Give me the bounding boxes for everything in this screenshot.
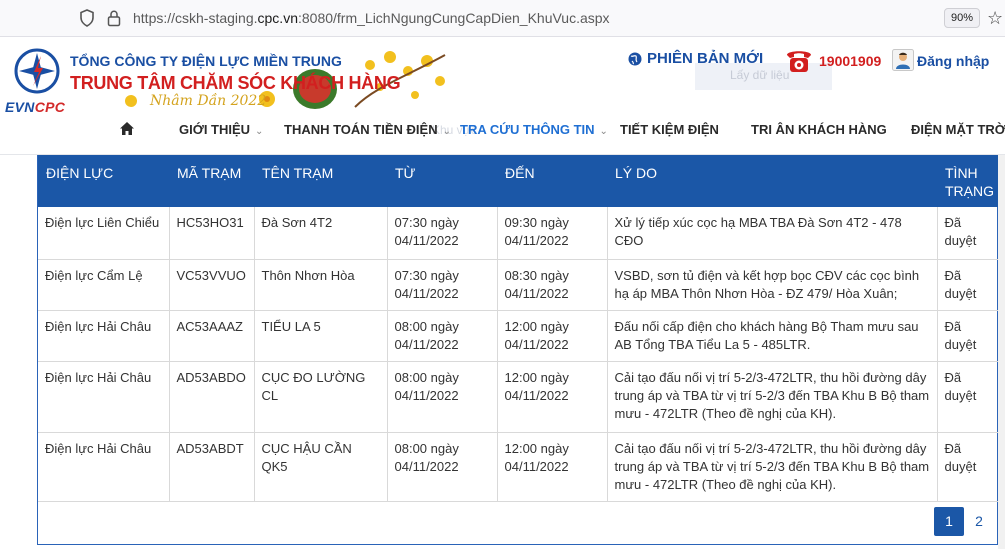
new-version-link[interactable]: PHIÊN BẢN MỚI [628,50,763,67]
cell-tinh-trang: Đã duyệt [936,259,999,311]
nav-item-thanh-toan[interactable]: THANH TOÁN TIỀN ĐIỆN ⌄ [284,122,451,137]
hotline-number[interactable]: 19001909 [819,53,881,69]
cell-dien-luc: Điện lực Cẩm Lệ [38,259,169,311]
nav-item-label: TRI ÂN KHÁCH HÀNG [751,122,887,137]
column-header: ĐẾN [505,165,535,181]
nav-item-label: TRA CỨU THÔNG TIN [460,122,595,137]
page-button-current[interactable]: 1 [934,507,964,536]
user-icon[interactable] [892,49,914,71]
chevron-down-icon: ⌄ [599,126,608,137]
cell-den: 12:00 ngày 04/11/2022 [496,361,607,433]
cell-den: 09:30 ngày 04/11/2022 [496,207,607,260]
url-field[interactable]: https://cskh-staging.cpc.vn:8080/frm_Lic… [133,10,610,26]
logo-text-evn: EVN [5,99,35,115]
cell-ten-tram: CỤC ĐO LƯỜNG CL [253,361,387,433]
cell-ten-tram: CỤC HẬU CẦN QK5 [253,432,387,502]
cell-tu: 08:00 ngày 04/11/2022 [386,432,497,502]
cell-tu: 08:00 ngày 04/11/2022 [386,310,497,362]
cell-ten-tram: TIỂU LA 5 [253,310,387,362]
table-row: Điện lực Hải Châu AD53ABDT CỤC HẬU CẦN Q… [38,432,999,502]
column-header: TÊN TRẠM [262,165,334,181]
cell-tu: 07:30 ngày 04/11/2022 [386,259,497,311]
pagination: 1 2 [38,497,999,545]
cell-den: 12:00 ngày 04/11/2022 [496,310,607,362]
column-header: TÌNH TRẠNG [945,165,994,199]
cell-ten-tram: Thôn Nhơn Hòa [253,259,387,311]
logo-text-cpc: CPC [34,99,66,115]
cell-ly-do: Cải tạo đấu nối vị trí 5-2/3-472LTR, thu… [606,432,937,502]
cell-dien-luc: Điện lực Hải Châu [38,432,169,502]
scrollbar[interactable] [998,155,1005,549]
chevron-down-icon: ⌄ [442,126,451,137]
cell-tu: 07:30 ngày 04/11/2022 [386,207,497,260]
evn-logo-icon[interactable] [14,48,60,94]
cell-ten-tram: Đà Sơn 4T2 [253,207,387,260]
lock-icon[interactable] [107,9,121,27]
nav-item-tra-cuu[interactable]: TRA CỨU THÔNG TIN ⌄ [460,122,608,137]
nav-item-label: TIẾT KIỆM ĐIỆN [620,122,719,137]
column-header: LÝ DO [615,165,658,181]
cell-dien-luc: Điện lực Liên Chiểu [38,207,169,260]
cell-ly-do: Cải tạo đấu nối vị trí 5-2/3-472LTR, thu… [606,361,937,433]
nav-item-gioi-thieu[interactable]: GIỚI THIỆU ⌄ [179,122,263,137]
chevron-down-icon: ⌄ [255,126,264,137]
tet-greeting: Nhâm Dần 2022 [150,93,267,109]
nav-item-tiet-kiem[interactable]: TIẾT KIỆM ĐIỆN [620,122,719,137]
cell-den: 08:30 ngày 04/11/2022 [496,259,607,311]
cell-ma-tram: VC53VVUO [168,259,254,311]
page-button[interactable]: 2 [964,507,994,536]
nav-item-dien-mat-troi[interactable]: ĐIỆN MẶT TRỜI [911,122,1005,137]
url-domain: cpc.vn [257,10,298,26]
cell-ly-do: Xử lý tiếp xúc cọc hạ MBA TBA Đà Sơn 4T2… [606,207,937,260]
phone-icon[interactable] [783,45,815,75]
center-name: TRUNG TÂM CHĂM SÓC KHÁCH HÀNG [70,73,401,93]
cell-tinh-trang: Đã duyệt [936,207,999,260]
cell-tu: 08:00 ngày 04/11/2022 [386,361,497,433]
nav-item-label: THANH TOÁN TIỀN ĐIỆN [284,122,438,137]
cell-ma-tram: HC53HO31 [168,207,254,260]
nav-item-label: GIỚI THIỆU [179,122,251,137]
home-icon[interactable] [119,121,135,136]
cell-den: 12:00 ngày 04/11/2022 [496,432,607,502]
cell-dien-luc: Điện lực Hải Châu [38,361,169,433]
column-header: MÃ TRẠM [177,165,242,181]
cell-ma-tram: AC53AAAZ [168,310,254,362]
cell-ly-do: VSBD, sơn tủ điện và kết hợp bọc CĐV các… [606,259,937,311]
site-header: EVNCPC TỔNG CÔNG TY ĐIỆN LỰC MIỀN TRUNG … [0,37,1005,155]
cell-tinh-trang: Đã duyệt [936,361,999,433]
org-name: TỔNG CÔNG TY ĐIỆN LỰC MIỀN TRUNG [70,53,342,69]
logo-text: EVNCPC [5,99,65,115]
cell-tinh-trang: Đã duyệt [936,432,999,502]
column-header: ĐIỆN LỰC [46,165,114,181]
url-suffix: :8080/frm_LichNgungCungCapDien_KhuVuc.as… [297,10,610,26]
globe-icon [628,52,642,65]
cell-ly-do: Đấu nối cấp điện cho khách hàng Bộ Tham … [606,310,937,362]
zoom-level-button[interactable]: 90% [944,8,980,28]
login-link[interactable]: Đăng nhập [917,53,989,69]
outage-schedule-panel: ĐIỆN LỰC MÃ TRẠM TÊN TRẠM TỪ ĐẾN LÝ DO T… [37,155,999,545]
cell-dien-luc: Điện lực Hải Châu [38,310,169,362]
outage-table: ĐIỆN LỰC MÃ TRẠM TÊN TRẠM TỪ ĐẾN LÝ DO T… [38,155,999,502]
table-row: Điện lực Liên Chiểu HC53HO31 Đà Sơn 4T2 … [38,207,999,260]
table-header-row: ĐIỆN LỰC MÃ TRẠM TÊN TRẠM TỪ ĐẾN LÝ DO T… [38,155,999,207]
nav-item-tri-an[interactable]: TRI ÂN KHÁCH HÀNG [751,122,887,137]
column-header: TỪ [395,165,416,181]
nav-item-label: ĐIỆN MẶT TRỜI [911,122,1005,137]
cell-ma-tram: AD53ABDO [168,361,254,433]
table-row: Điện lực Hải Châu AC53AAAZ TIỂU LA 5 08:… [38,310,999,362]
shield-icon[interactable] [79,9,95,27]
cell-ma-tram: AD53ABDT [168,432,254,502]
main-nav: Khu vực GIỚI THIỆU ⌄ THANH TOÁN TIỀN ĐIỆN… [0,117,1005,143]
browser-address-bar: https://cskh-staging.cpc.vn:8080/frm_Lic… [0,0,1005,37]
cell-tinh-trang: Đã duyệt [936,310,999,362]
table-row: Điện lực Cẩm Lệ VC53VVUO Thôn Nhơn Hòa 0… [38,259,999,311]
star-icon[interactable]: ☆ [987,8,1003,28]
new-version-label: PHIÊN BẢN MỚI [647,50,764,67]
url-prefix: https://cskh-staging. [133,10,258,26]
table-row: Điện lực Hải Châu AD53ABDO CỤC ĐO LƯỜNG … [38,361,999,433]
